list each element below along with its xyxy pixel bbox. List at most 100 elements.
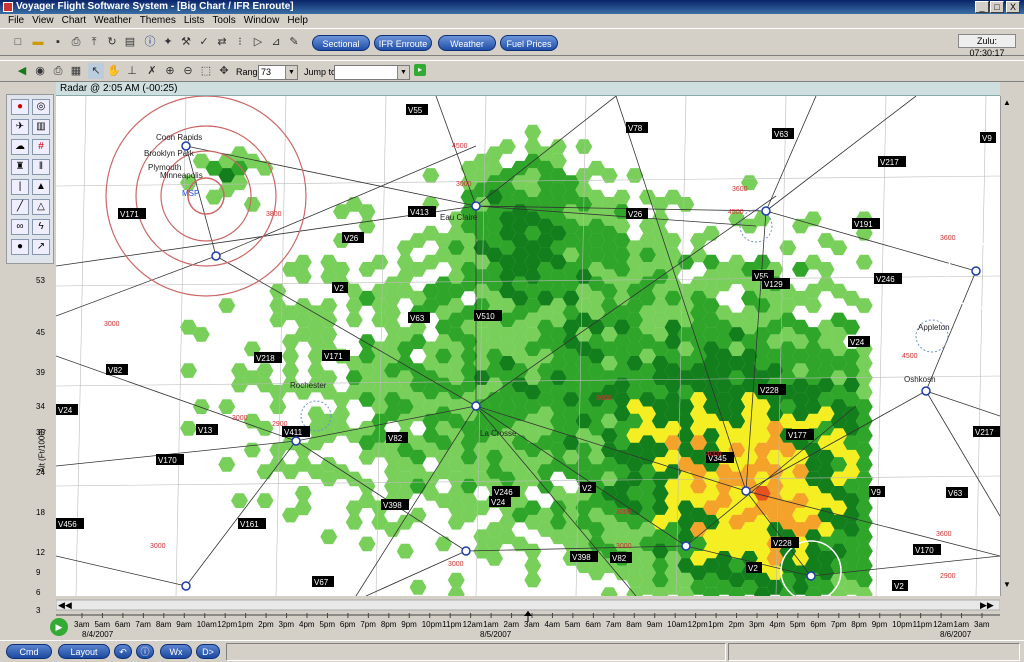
cloud-icon[interactable]: ☁ — [11, 139, 29, 155]
column-icon[interactable]: | — [11, 179, 29, 195]
triangle-icon[interactable]: △ — [32, 199, 50, 215]
tab-weather[interactable]: Weather — [438, 35, 496, 51]
tab-fuel-prices[interactable]: Fuel Prices — [500, 35, 558, 51]
vertical-scrollbar[interactable]: ▲ ▼ — [1000, 96, 1014, 596]
go-button[interactable]: ▸ — [414, 64, 426, 76]
arrow-icon[interactable]: ↗ — [32, 239, 50, 255]
menu-chart[interactable]: Chart — [58, 14, 90, 28]
print-chart-icon[interactable]: ⎙ — [50, 63, 66, 79]
walk-icon[interactable]: ✗ — [144, 63, 160, 79]
stop-icon[interactable]: ◉ — [32, 63, 48, 79]
timeline-time-label: 1pm — [708, 620, 724, 629]
scroll-down-icon[interactable]: ▼ — [1003, 580, 1011, 589]
back-icon[interactable]: ◀ — [14, 63, 30, 79]
menu-file[interactable]: File — [4, 14, 28, 28]
svg-text:V78: V78 — [628, 124, 643, 133]
alt-tick: 6 — [36, 588, 41, 597]
info-icon[interactable]: ⓘ — [142, 34, 158, 50]
menu-window[interactable]: Window — [240, 14, 284, 28]
jump-to-select[interactable]: ▼ — [334, 65, 410, 80]
layers-icon[interactable]: ▦ — [68, 63, 84, 79]
zoom-in-icon[interactable]: ⊕ — [162, 63, 178, 79]
maximize-button[interactable]: □ — [990, 1, 1004, 13]
alt-tick: 53 — [36, 276, 45, 285]
check-icon[interactable]: ✓ — [196, 34, 212, 50]
airway-label: V63 — [772, 128, 794, 139]
timeline-time-label: 5pm — [319, 620, 336, 629]
zoom-out-icon[interactable]: ⊖ — [180, 63, 196, 79]
measure-icon[interactable]: ⊿ — [268, 34, 284, 50]
center-icon[interactable]: ✥ — [216, 63, 232, 79]
pin-icon[interactable]: ⊥ — [124, 63, 140, 79]
svg-text:V2: V2 — [334, 284, 344, 293]
hand-icon[interactable]: ✋ — [106, 63, 122, 79]
scroll-up-icon[interactable]: ▲ — [1003, 98, 1011, 107]
link-icon[interactable]: ∞ — [11, 219, 29, 235]
altitude-axis-label: Alt (Ft/1000) — [37, 428, 47, 473]
status-bar: Cmd Layout ↶ ⓘ Wx D> — [0, 640, 1024, 662]
menu-weather[interactable]: Weather — [90, 14, 136, 28]
print-icon[interactable]: ⎙ — [68, 34, 84, 50]
altitude-label: 3800 — [266, 211, 282, 218]
menu-lists[interactable]: Lists — [180, 14, 209, 28]
tower-icon[interactable]: ♜ — [11, 159, 29, 175]
clipboard-icon[interactable]: ▤ — [122, 34, 138, 50]
timeline-time-label: 12am — [933, 620, 954, 629]
timeline-time-label: 6am — [585, 620, 601, 629]
zoom-window-icon[interactable]: ⬚ — [198, 63, 214, 79]
range-select[interactable]: 73 ▼ — [258, 65, 298, 80]
terrain-icon[interactable]: ▲ — [32, 179, 50, 195]
pencil-icon[interactable]: ✎ — [286, 34, 302, 50]
window-title: Voyager Flight Software System - [Big Ch… — [16, 1, 294, 12]
direct-to-button[interactable]: D> — [196, 644, 220, 659]
layout-button[interactable]: Layout — [58, 644, 110, 659]
minimize-button[interactable]: _ — [975, 1, 989, 13]
globe-icon[interactable]: ● — [11, 239, 29, 255]
line-icon[interactable]: ╱ — [11, 199, 29, 215]
tab-sectional[interactable]: Sectional — [312, 35, 370, 51]
chart-map[interactable]: V55 V78 V63 V9 V217 V171 V413 V26 V191 V26 V55 V246… — [56, 96, 1000, 596]
direct-to-icon[interactable]: ▷ — [250, 34, 266, 50]
timeline-time-label: 2pm — [728, 620, 745, 629]
svg-text:V67: V67 — [314, 578, 329, 587]
tab-ifr-enroute[interactable]: IFR Enroute — [374, 35, 432, 51]
altitude-label: 4500 — [902, 353, 918, 360]
timeline-time-label: 2am — [503, 620, 520, 629]
vor-station — [761, 206, 771, 216]
export-icon[interactable]: ⤒ — [86, 34, 102, 50]
compass-icon[interactable]: ✦ — [160, 34, 176, 50]
radar-cell — [524, 558, 542, 573]
new-icon[interactable]: □ — [10, 34, 26, 50]
airplane-icon[interactable]: ✈ — [11, 119, 29, 135]
menu-view[interactable]: View — [28, 14, 58, 28]
refresh-icon[interactable]: ↻ — [104, 34, 120, 50]
pointer-icon[interactable]: ↖ — [88, 63, 104, 79]
save-icon[interactable]: ▪ — [50, 34, 66, 50]
close-button[interactable]: X — [1006, 1, 1020, 13]
runway-icon[interactable]: ‖ — [32, 159, 50, 175]
tools-icon[interactable]: ⚒ — [178, 34, 194, 50]
bar-chart-icon[interactable]: ▥ — [32, 119, 50, 135]
airway-label: V82 — [106, 364, 128, 375]
airway-label: V170 — [156, 454, 184, 465]
undo-button[interactable]: ↶ — [114, 644, 132, 659]
grid-icon[interactable]: # — [32, 139, 50, 155]
timeline-track[interactable]: ◀◀ ▶▶ — [55, 596, 1001, 640]
open-folder-icon[interactable]: ▬ — [30, 34, 46, 50]
wx-button[interactable]: Wx — [160, 644, 192, 659]
route-icon[interactable]: ⇄ — [214, 34, 230, 50]
radar-cell — [358, 536, 376, 552]
lightning-icon[interactable]: ϟ — [32, 219, 50, 235]
menu-themes[interactable]: Themes — [136, 14, 180, 28]
city-label: Minneapolis — [160, 171, 203, 180]
airway-label: V218 — [254, 352, 282, 363]
play-button[interactable]: ▶ — [50, 618, 68, 636]
timeline-time-label: 8pm — [380, 620, 397, 629]
target-icon[interactable]: ◎ — [32, 99, 50, 115]
menu-tools[interactable]: Tools — [208, 14, 239, 28]
menu-help[interactable]: Help — [283, 14, 312, 28]
waypoint-icon[interactable]: ⁝ — [232, 34, 248, 50]
cmd-button[interactable]: Cmd — [6, 644, 52, 659]
record-icon[interactable]: ● — [11, 99, 29, 115]
info-button[interactable]: ⓘ — [136, 644, 154, 659]
